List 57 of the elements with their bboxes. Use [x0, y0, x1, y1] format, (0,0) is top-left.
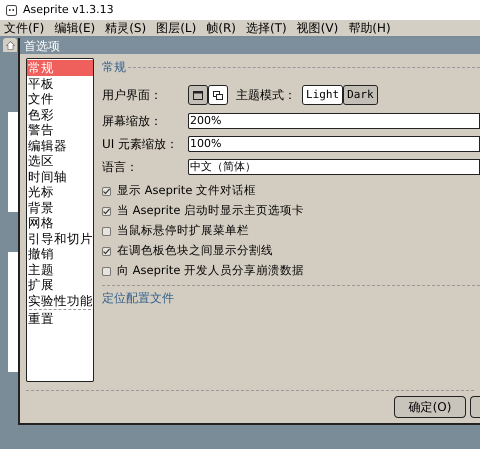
window-title: Aseprite v1.3.13	[23, 2, 114, 18]
field-label: 语言：	[102, 158, 139, 176]
menu-item[interactable]: 文件(F)	[4, 22, 44, 34]
section-item[interactable]: 扩展	[27, 277, 93, 292]
menu-item[interactable]: 编辑(E)	[54, 22, 96, 34]
section-item[interactable]: 色彩	[27, 106, 93, 122]
input-field[interactable]: 200%	[188, 112, 480, 128]
field-label: 屏幕缩放：	[102, 112, 163, 130]
option-label[interactable]: 当鼠标悬停时扩展菜单栏	[117, 222, 249, 240]
section-item[interactable]: 撤销	[27, 246, 93, 262]
section-item[interactable]: 警告	[27, 122, 93, 138]
section-item[interactable]: 平板	[27, 76, 93, 91]
option-label[interactable]: 显示 Aseprite 文件对话框	[117, 182, 256, 200]
theme-button[interactable]: Light	[302, 85, 344, 105]
windows-icon	[213, 90, 223, 100]
section-item[interactable]: 编辑器	[27, 138, 93, 153]
section-item[interactable]: 重置	[27, 311, 93, 326]
config-link[interactable]: 定位配置文件	[102, 289, 174, 307]
section-item[interactable]: 时间轴	[27, 168, 93, 184]
checkbox[interactable]	[102, 226, 111, 236]
checkbox[interactable]	[102, 186, 111, 196]
dialog-title: 首选项	[20, 38, 480, 54]
menu-item[interactable]: 视图(V)	[296, 22, 338, 34]
ok-button[interactable]: 确定(O)	[394, 396, 466, 418]
option-label[interactable]: 当 Aseprite 启动时显示主页选项卡	[117, 202, 304, 220]
option-label[interactable]: 向 Aseprite 开发人员分享崩溃数据	[117, 262, 304, 280]
home-tab[interactable]	[3, 38, 17, 52]
field-label: 主题模式：	[236, 87, 296, 104]
checkbox[interactable]	[102, 206, 111, 216]
field-label: UI 元素缩放：	[102, 136, 180, 152]
mode-button[interactable]	[208, 85, 228, 105]
section-item[interactable]: 文件	[27, 91, 93, 106]
option-label[interactable]: 在调色板色块之间显示分割线	[117, 242, 273, 260]
checkbox[interactable]	[102, 246, 111, 256]
section-item[interactable]: 网格	[27, 215, 93, 230]
app-icon	[6, 4, 17, 16]
mode-button[interactable]	[188, 85, 208, 105]
menu-item[interactable]: 选择(T)	[246, 22, 287, 34]
theme-button[interactable]: Dark	[343, 85, 378, 105]
section-heading: 常规	[102, 59, 126, 76]
cancel-button[interactable]	[470, 396, 480, 418]
section-item[interactable]: 引导和切片	[27, 230, 93, 246]
menu-item[interactable]: 精灵(S)	[105, 22, 146, 34]
menu-item[interactable]: 图层(L)	[156, 22, 196, 34]
input-field[interactable]: 中文（简体）	[188, 158, 480, 174]
menu-item[interactable]: 帧(R)	[206, 22, 236, 34]
menu-item[interactable]: 帮助(H)	[348, 22, 391, 34]
section-item[interactable]: 选区	[27, 153, 93, 168]
section-item[interactable]: 光标	[27, 184, 93, 200]
field-label: 用户界面：	[102, 87, 163, 104]
section-item[interactable]: 实验性功能	[27, 292, 93, 308]
section-item[interactable]: 主题	[27, 262, 93, 277]
window-icon	[193, 90, 203, 100]
checkbox[interactable]	[102, 266, 111, 276]
home-icon	[6, 40, 14, 50]
input-field[interactable]: 100%	[188, 136, 480, 152]
section-item[interactable]: 背景	[27, 200, 93, 215]
